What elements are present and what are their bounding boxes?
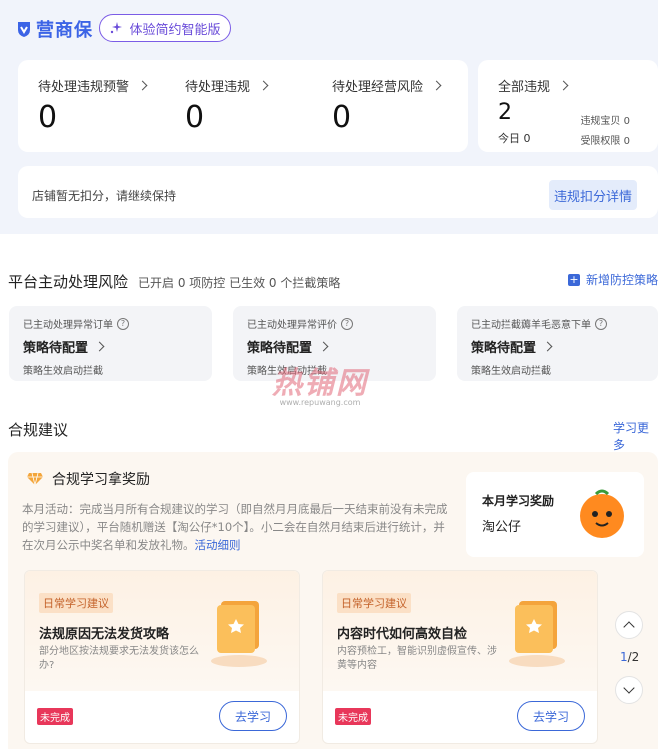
pager-down-button[interactable] (615, 676, 643, 704)
go-study-button[interactable]: 去学习 (517, 701, 585, 731)
risk-card-status: 策略待配置 (471, 341, 537, 356)
study-card-content[interactable]: 日常学习建议 内容时代如何高效自检 内容预检工，智能识别虚假宣传、涉黄等内容 未… (322, 570, 598, 744)
chevron-right-icon (137, 80, 148, 91)
chevron-right-icon (258, 80, 269, 91)
study-title: 法规原因无法发货攻略 (39, 627, 170, 642)
study-title: 内容时代如何高效自检 (337, 627, 468, 642)
watermark: 热铺网 www.repuwang.com (272, 358, 368, 407)
restricted-permissions-count: 受限权限 0 (580, 136, 630, 147)
watermark-text: 热铺网 (272, 366, 368, 401)
sparkle-icon (111, 22, 123, 34)
risk-card-label: 已主动处理异常订单 (23, 320, 113, 331)
question-icon[interactable]: ? (341, 317, 353, 330)
risk-title: 平台主动处理风险 (8, 273, 129, 291)
pager-current: 1 (620, 650, 628, 664)
book-icon (211, 601, 267, 667)
risk-card-malicious-orders[interactable]: 已主动拦截薅羊毛恶意下单? 策略待配置 策略生效启动拦截 (457, 306, 658, 381)
experience-button-label: 体验简约智能版 (129, 22, 221, 38)
risk-card-label: 已主动处理异常评价 (247, 320, 337, 331)
stat-value: 0 (38, 100, 58, 135)
pager-indicator: 1/2 (620, 650, 639, 664)
stat-label: 待处理违规预警 (38, 80, 130, 95)
diamond-icon (27, 472, 43, 486)
watermark-url: www.repuwang.com (279, 398, 361, 407)
reward-heading: 合规学习拿奖励 (52, 472, 150, 488)
all-violations-label: 全部违规 (498, 80, 551, 95)
violation-items-count: 违规宝贝 0 (580, 116, 630, 127)
add-strategy-button[interactable]: + 新增防控策略 (568, 271, 658, 288)
study-desc: 部分地区按法规要求无法发货该怎么办? (39, 646, 199, 671)
plus-icon: + (568, 272, 580, 286)
add-strategy-label: 新增防控策略 (586, 273, 658, 287)
chevron-right-icon (542, 341, 553, 352)
risk-card-status: 策略待配置 (23, 341, 89, 356)
learn-more-link[interactable]: 学习更多 (613, 419, 658, 453)
study-tag: 日常学习建议 (39, 593, 113, 613)
shield-logo-icon (18, 22, 30, 37)
all-violations-card[interactable]: 全部违规 2 今日 0 违规宝贝 0 受限权限 0 (478, 60, 658, 152)
incomplete-badge: 未完成 (335, 708, 371, 725)
app-logo: 营商保 (16, 16, 93, 42)
today-count: 今日 0 (498, 132, 531, 145)
logo-text: 营商保 (36, 20, 93, 41)
study-desc: 内容预检工，智能识别虚假宣传、涉黄等内容 (337, 646, 497, 671)
study-card-shipping[interactable]: 日常学习建议 法规原因无法发货攻略 部分地区按法规要求无法发货该怎么办? 未完成… (24, 570, 300, 744)
stat-value: 0 (332, 100, 352, 135)
reward-value: 淘公仔 (482, 520, 522, 535)
all-violations-value: 2 (498, 100, 512, 125)
risk-card-label: 已主动拦截薅羊毛恶意下单 (471, 320, 591, 331)
risk-card-orders[interactable]: 已主动处理异常订单? 策略待配置 策略生效启动拦截 (9, 306, 212, 381)
incomplete-badge: 未完成 (37, 708, 73, 725)
question-icon[interactable]: ? (595, 317, 607, 330)
chevron-right-icon (94, 341, 105, 352)
chevron-down-icon (623, 682, 635, 694)
stat-label: 待处理违规 (185, 80, 251, 95)
pager-total: /2 (627, 650, 640, 664)
pager-up-button[interactable] (615, 611, 643, 639)
deduction-details-button[interactable]: 违规扣分详情 (549, 180, 637, 210)
pending-stats-card: 待处理违规预警 0 待处理违规 0 待处理经营风险 0 (18, 60, 468, 152)
chevron-right-icon (558, 80, 569, 91)
chevron-right-icon (318, 341, 329, 352)
activity-rules-link[interactable]: 活动细则 (195, 538, 241, 552)
book-icon (509, 601, 565, 667)
deduction-notice: 店铺暂无扣分，请继续保持 违规扣分详情 (18, 166, 658, 218)
stat-pending-violation[interactable]: 待处理违规 0 (185, 76, 269, 135)
experience-smart-version-button[interactable]: 体验简约智能版 (99, 14, 231, 42)
go-study-button[interactable]: 去学习 (219, 701, 287, 731)
risk-header: 平台主动处理风险 已开启 0 项防控 已生效 0 个拦截策略 (8, 271, 340, 292)
risk-card-desc: 策略生效启动拦截 (471, 366, 551, 377)
risk-card-desc: 策略生效启动拦截 (23, 366, 103, 377)
notice-text: 店铺暂无扣分，请继续保持 (32, 189, 177, 203)
stat-pending-warning[interactable]: 待处理违规预警 0 (38, 76, 148, 135)
stat-pending-risk[interactable]: 待处理经营风险 0 (332, 76, 442, 135)
study-tag: 日常学习建议 (337, 593, 411, 613)
question-icon[interactable]: ? (117, 317, 129, 330)
mascot-image (580, 489, 624, 538)
risk-card-status: 策略待配置 (247, 341, 313, 356)
activity-description: 本月活动：完成当月所有合规建议的学习（即自然月月底最后一天结束前没有未完成的学习… (22, 502, 448, 552)
compliance-title: 合规建议 (8, 421, 69, 439)
chevron-up-icon (623, 621, 635, 633)
stat-value: 0 (185, 100, 205, 135)
monthly-reward-card: 本月学习奖励 淘公仔 (466, 472, 644, 557)
risk-summary: 已开启 0 项防控 已生效 0 个拦截策略 (138, 276, 341, 290)
stat-label: 待处理经营风险 (332, 80, 424, 95)
chevron-right-icon (431, 80, 442, 91)
reward-title: 本月学习奖励 (482, 494, 555, 508)
